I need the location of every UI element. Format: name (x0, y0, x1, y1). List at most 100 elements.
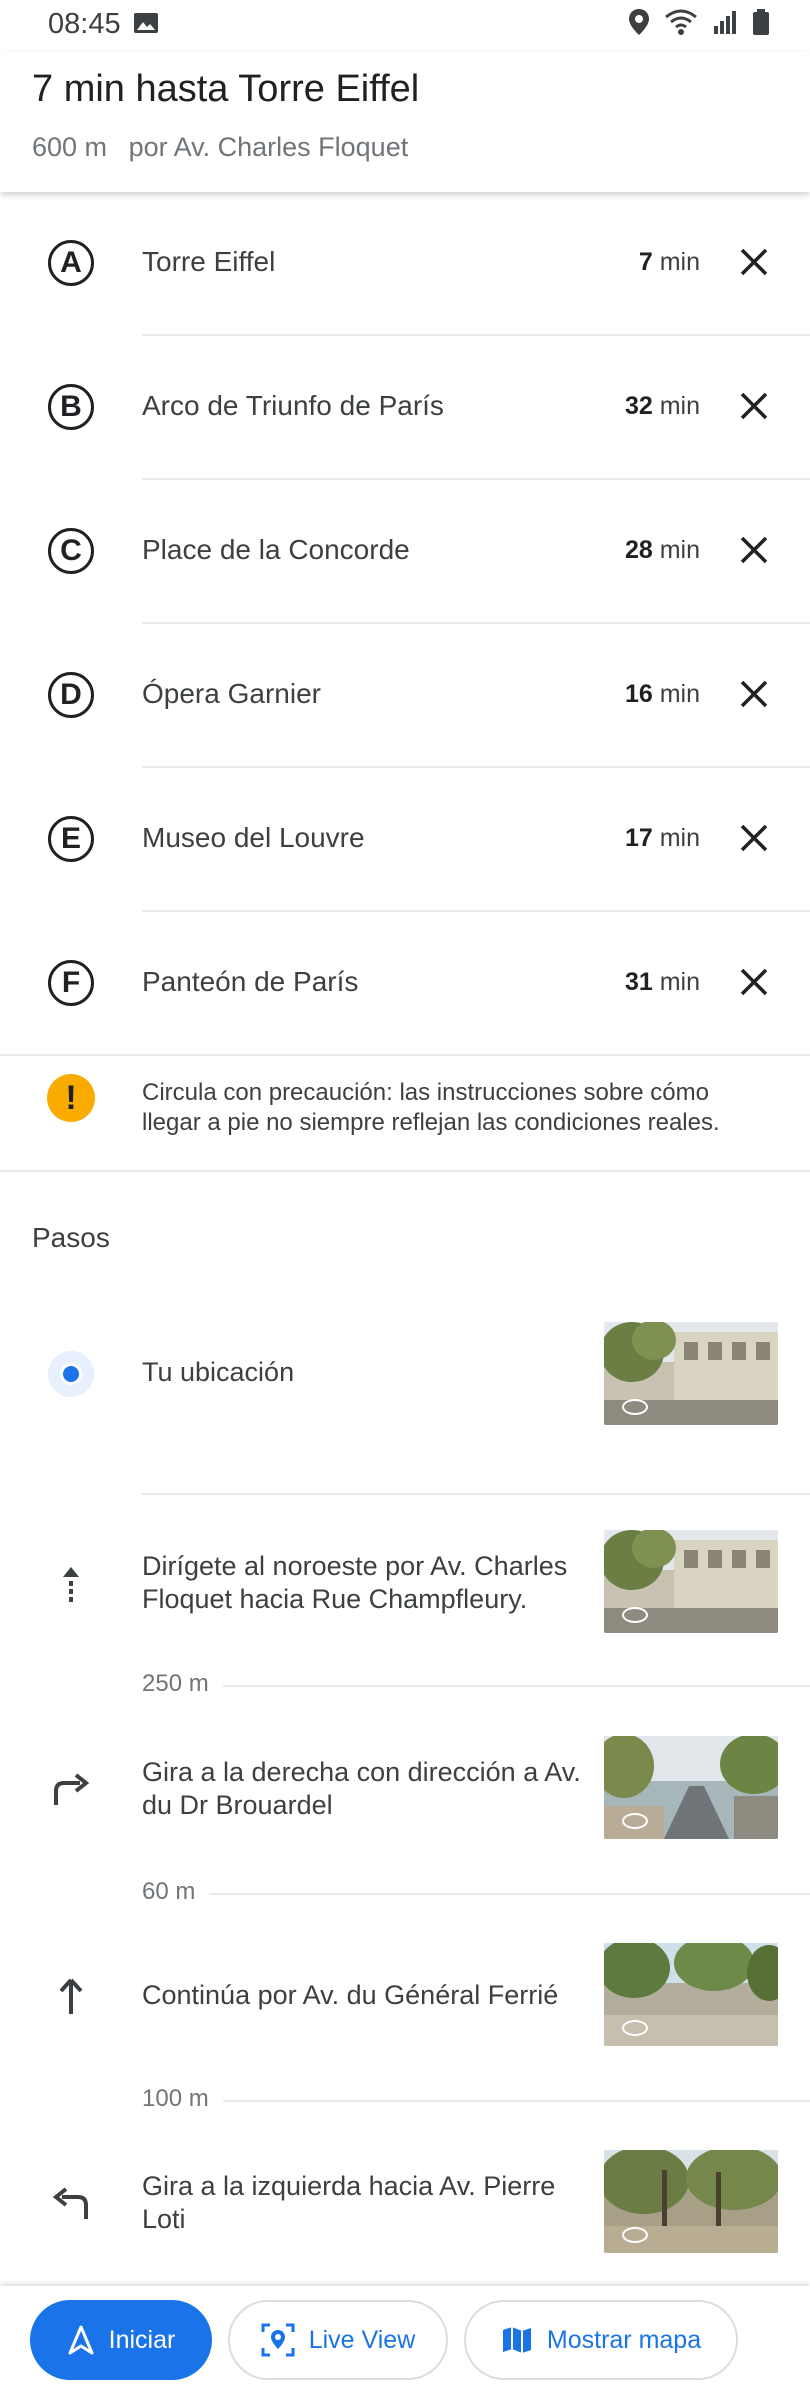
stops-list: A Torre Eiffel 7 min B Arco de Triunfo d… (0, 192, 810, 1056)
route-via: por Av. Charles Floquet (128, 132, 409, 162)
step-item[interactable]: Dirígete al noroeste por Av. Charles Flo… (0, 1530, 810, 1634)
stop-time: 31 min (625, 968, 700, 997)
stop-item[interactable]: C Place de la Concorde 28 min (0, 480, 810, 624)
route-distance: 600 m (32, 132, 108, 162)
stop-time: 16 min (625, 680, 700, 709)
step-text: Dirígete al noroeste por Av. Charles Flo… (142, 1551, 568, 1614)
stop-letter-badge: A (48, 240, 94, 286)
start-button-label: Iniciar (108, 2325, 176, 2354)
turn-left-icon (48, 2180, 94, 2226)
step-distance-row: 60 m (142, 1878, 810, 1908)
navigation-arrow-icon (68, 2325, 94, 2355)
street-view-icon (622, 2020, 648, 2036)
street-view-thumbnail[interactable] (604, 1736, 778, 1839)
gallery-icon (134, 13, 158, 33)
live-view-icon (261, 2323, 295, 2357)
step-distance: 100 m (142, 2085, 223, 2113)
street-view-thumbnail[interactable] (604, 2150, 778, 2253)
stop-minutes: 16 (624, 680, 653, 708)
status-bar: 08:45 (0, 0, 810, 52)
live-view-button-label: Live View (308, 2325, 416, 2354)
step-item[interactable]: Gira a la derecha con dirección a Av. du… (0, 1736, 810, 1840)
stop-unit: min (659, 536, 700, 564)
arrow-up-icon (48, 1973, 94, 2019)
stop-item[interactable]: F Panteón de París 31 min (0, 912, 810, 1056)
street-view-thumbnail[interactable] (604, 1943, 778, 2046)
close-icon[interactable] (736, 676, 772, 712)
location-icon (629, 9, 649, 35)
stop-letter-badge: D (48, 672, 94, 718)
status-icons (628, 8, 770, 36)
stop-time: 32 min (625, 392, 700, 421)
battery-icon (753, 9, 769, 35)
turn-right-icon (48, 1766, 94, 1812)
start-button[interactable]: Iniciar (30, 2300, 212, 2380)
step-text: Gira a la izquierda hacia Av. Pierre Lot… (142, 2171, 556, 2234)
step-text: Continúa por Av. du Général Ferrié (142, 1980, 559, 2010)
stop-unit: min (659, 248, 700, 276)
step-text: Gira a la derecha con dirección a Av. du… (142, 1757, 581, 1820)
step-item[interactable]: Tu ubicación (0, 1322, 810, 1426)
street-view-icon (622, 2227, 648, 2243)
live-view-button[interactable]: Live View (228, 2300, 448, 2380)
street-view-thumbnail[interactable] (604, 1530, 778, 1633)
location-dot-icon (48, 1351, 94, 1397)
warning-text: Circula con precaución: las instruccione… (142, 1079, 720, 1136)
street-view-icon (622, 1399, 648, 1415)
close-icon[interactable] (736, 532, 772, 568)
street-view-thumbnail[interactable] (604, 1322, 778, 1425)
stop-time: 28 min (625, 536, 700, 565)
stop-item[interactable]: D Ópera Garnier 16 min (0, 624, 810, 768)
signal-icon (714, 11, 736, 34)
stop-item[interactable]: E Museo del Louvre 17 min (0, 768, 810, 912)
stop-time: 17 min (625, 824, 700, 853)
stop-unit: min (659, 968, 700, 996)
step-item[interactable]: Gira a la izquierda hacia Av. Pierre Lot… (0, 2150, 810, 2254)
stop-name: Arco de Triunfo de París (142, 390, 444, 421)
stop-name: Ópera Garnier (142, 678, 321, 709)
stop-name: Place de la Concorde (142, 534, 410, 565)
step-separator (142, 1478, 810, 1508)
show-map-button-label: Mostrar mapa (546, 2325, 702, 2354)
stop-minutes: 32 (624, 392, 653, 420)
arrow-up-dotted-icon (48, 1560, 94, 1606)
stop-item[interactable]: B Arco de Triunfo de París 32 min (0, 336, 810, 480)
stop-name: Museo del Louvre (142, 822, 365, 853)
stop-unit: min (659, 392, 700, 420)
walking-warning: ! Circula con precaución: las instruccio… (0, 1044, 810, 1172)
status-time: 08:45 (48, 8, 121, 40)
stop-letter-badge: F (48, 960, 94, 1006)
show-map-button[interactable]: Mostrar mapa (464, 2300, 738, 2380)
route-header: 7 min hasta Torre Eiffel 600 m por Av. C… (0, 52, 810, 192)
stop-letter-badge: E (48, 816, 94, 862)
stop-letter-badge: C (48, 528, 94, 574)
stop-minutes: 17 (624, 824, 653, 852)
exclamation-icon: ! (47, 1074, 95, 1122)
stop-name: Panteón de París (142, 966, 359, 997)
close-icon[interactable] (736, 244, 772, 280)
stop-item[interactable]: A Torre Eiffel 7 min (0, 192, 810, 336)
step-item[interactable]: Continúa por Av. du Général Ferrié (0, 1943, 810, 2047)
step-distance-row: 100 m (142, 2085, 810, 2115)
close-icon[interactable] (736, 388, 772, 424)
stop-unit: min (659, 680, 700, 708)
stop-name: Torre Eiffel (142, 246, 276, 277)
stop-time: 7 min (639, 248, 700, 277)
stop-minutes: 31 (624, 968, 653, 996)
step-distance: 60 m (142, 1878, 210, 1906)
stop-minutes: 7 (638, 248, 653, 276)
street-view-icon (622, 1607, 648, 1623)
route-subtitle: 600 m por Av. Charles Floquet (32, 132, 408, 163)
close-icon[interactable] (736, 964, 772, 1000)
stop-minutes: 28 (624, 536, 653, 564)
street-view-icon (622, 1813, 648, 1829)
step-text: Tu ubicación (142, 1357, 295, 1387)
bottom-action-bar: Iniciar Live View Mostrar mapa (0, 2286, 810, 2398)
stop-unit: min (659, 824, 700, 852)
stop-letter-badge: B (48, 384, 94, 430)
map-icon (502, 2327, 531, 2353)
route-title: 7 min hasta Torre Eiffel (32, 68, 420, 110)
steps-heading: Pasos (32, 1222, 110, 1253)
close-icon[interactable] (736, 820, 772, 856)
step-distance-row: 250 m (142, 1670, 810, 1700)
